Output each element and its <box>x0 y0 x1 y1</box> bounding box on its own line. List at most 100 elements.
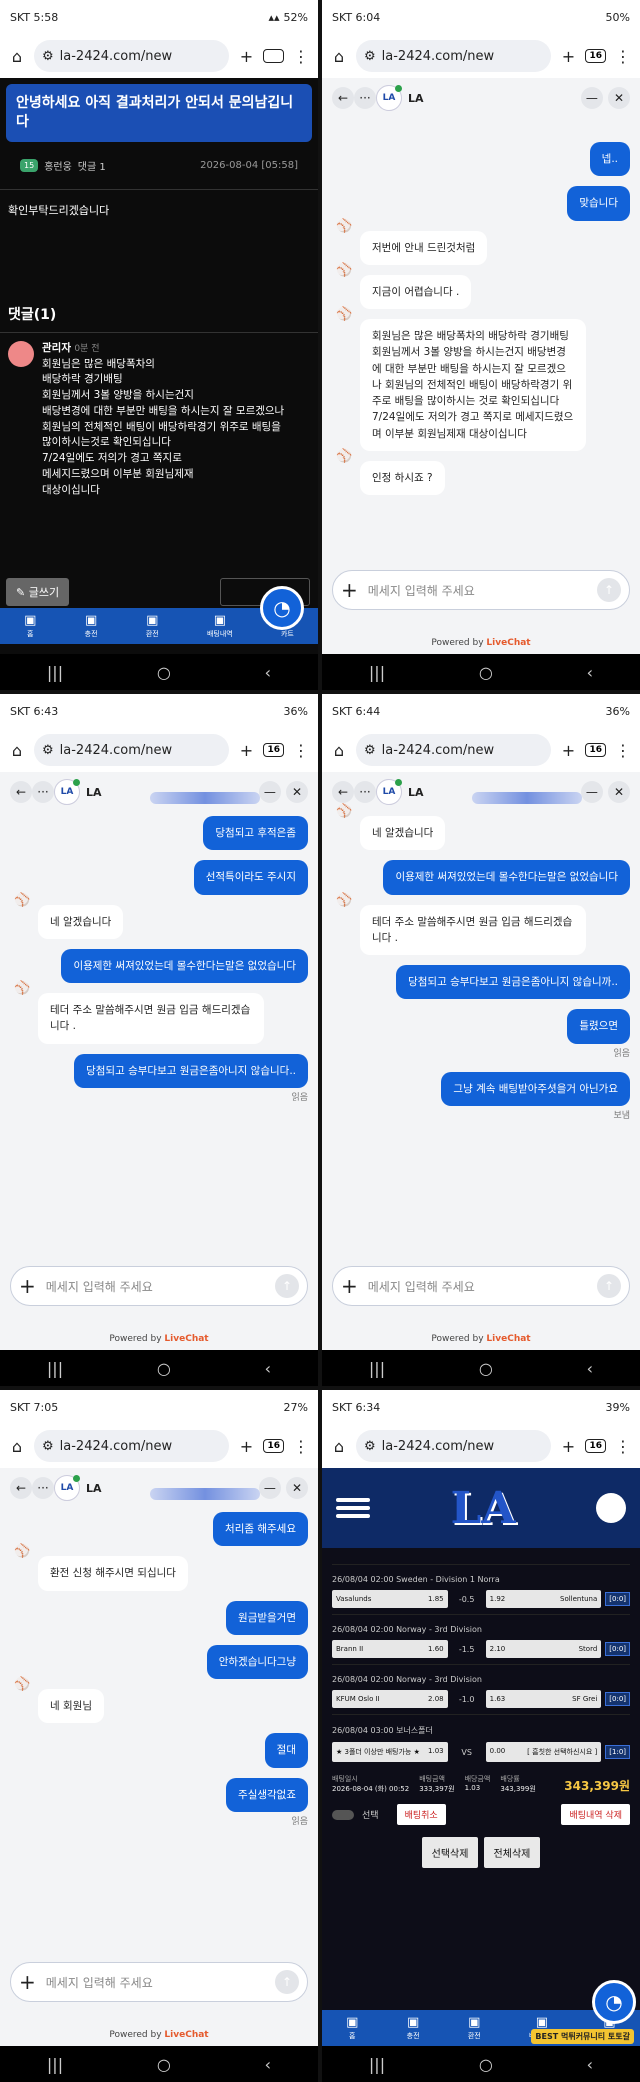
menu-icon[interactable]: ⋮ <box>292 1437 310 1456</box>
livechat-button[interactable]: ◔ <box>260 586 304 630</box>
home-pick[interactable]: Brann II 1.60 <box>332 1640 448 1658</box>
recents-icon[interactable]: ||| <box>369 2055 385 2074</box>
delete-selected-button[interactable]: 선택삭제 <box>421 1837 479 1868</box>
url-field[interactable]: ⚙ la-2424.com/new <box>356 40 552 72</box>
recents-icon[interactable]: ||| <box>47 663 63 682</box>
delete-all-button[interactable]: 전체삭제 <box>483 1837 541 1868</box>
close-icon[interactable]: ✕ <box>286 1477 308 1499</box>
new-tab-icon[interactable]: + <box>237 1437 255 1456</box>
home-icon[interactable]: ⌂ <box>330 1437 348 1456</box>
back-icon[interactable]: ‹ <box>265 1359 271 1378</box>
back-icon[interactable]: ‹ <box>587 1359 593 1378</box>
cancel-bet-button[interactable]: 배팅취소 <box>396 1804 446 1825</box>
home-icon[interactable]: ⌂ <box>8 47 26 66</box>
home-icon[interactable]: ⌂ <box>330 741 348 760</box>
away-pick[interactable]: 1.92 Sollentuna <box>485 1590 602 1608</box>
minimize-icon[interactable]: — <box>580 781 603 803</box>
message-input[interactable]: + 메세지 입력해 주세요 ↑ <box>332 1266 630 1306</box>
bottom-nav-item[interactable]: ▣ 홈 <box>24 613 36 639</box>
add-attachment-icon[interactable]: + <box>341 578 358 602</box>
recents-icon[interactable]: ||| <box>369 1359 385 1378</box>
user-icon[interactable] <box>595 1493 626 1523</box>
hamburger-icon[interactable] <box>336 1494 370 1522</box>
delete-history-button[interactable]: 배팅내역 삭제 <box>561 1804 630 1825</box>
site-info-icon[interactable]: ⚙ <box>364 49 376 64</box>
url-field[interactable]: ⚙ la-2424.com/new <box>356 734 552 766</box>
back-arrow-icon[interactable]: ← <box>10 781 32 803</box>
bottom-nav-item[interactable]: ▣ 홈 <box>346 2015 358 2041</box>
message-input[interactable]: + 메세지 입력해 주세요 ↑ <box>10 1266 308 1306</box>
home-icon[interactable]: ⌂ <box>330 47 348 66</box>
bottom-nav-item[interactable]: ▣ 충전 <box>85 613 98 639</box>
back-icon[interactable]: ‹ <box>587 663 593 682</box>
bottom-nav-item[interactable]: ▣ 충전 <box>407 2015 420 2041</box>
new-tab-icon[interactable]: + <box>559 47 577 66</box>
more-icon[interactable]: ··· <box>354 781 376 803</box>
send-icon[interactable]: ↑ <box>275 1970 299 1994</box>
back-arrow-icon[interactable]: ← <box>332 87 354 109</box>
home-nav-icon[interactable]: ○ <box>157 2055 171 2074</box>
new-tab-icon[interactable]: + <box>559 741 577 760</box>
away-pick[interactable]: 2.10 Stord <box>485 1640 602 1658</box>
send-icon[interactable]: ↑ <box>597 1274 621 1298</box>
minimize-icon[interactable]: — <box>258 781 281 803</box>
url-field[interactable]: ⚙ la-2424.com/new <box>34 734 230 766</box>
menu-icon[interactable]: ⋮ <box>614 741 632 760</box>
bottom-nav-item[interactable]: ▣ 환전 <box>146 613 159 639</box>
new-tab-icon[interactable]: + <box>559 1437 577 1456</box>
back-icon[interactable]: ‹ <box>587 2055 593 2074</box>
home-nav-icon[interactable]: ○ <box>479 1359 493 1378</box>
recents-icon[interactable]: ||| <box>47 2055 63 2074</box>
message-input[interactable]: + 메세지 입력해 주세요 ↑ <box>332 570 630 610</box>
send-icon[interactable]: ↑ <box>275 1274 299 1298</box>
url-field[interactable]: ⚙ la-2424.com/new <box>356 1430 552 1462</box>
tab-count[interactable]: 16 <box>585 743 606 757</box>
new-tab-icon[interactable]: + <box>237 47 255 66</box>
menu-icon[interactable]: ⋮ <box>614 47 632 66</box>
site-info-icon[interactable]: ⚙ <box>364 1439 376 1454</box>
site-info-icon[interactable]: ⚙ <box>42 743 54 758</box>
new-tab-icon[interactable]: + <box>237 741 255 760</box>
livechat-button[interactable]: ◔ <box>592 1980 636 2024</box>
minimize-icon[interactable]: — <box>258 1477 281 1499</box>
home-nav-icon[interactable]: ○ <box>157 663 171 682</box>
tab-count[interactable]: 16 <box>263 1439 284 1453</box>
home-pick[interactable]: Vasalunds 1.85 <box>332 1590 448 1608</box>
recents-icon[interactable]: ||| <box>369 663 385 682</box>
message-input[interactable]: + 메세지 입력해 주세요 ↑ <box>10 1962 308 2002</box>
home-icon[interactable]: ⌂ <box>8 741 26 760</box>
home-pick[interactable]: KFUM Oslo II 2.08 <box>332 1690 448 1708</box>
back-icon[interactable]: ‹ <box>265 663 271 682</box>
recents-icon[interactable]: ||| <box>47 1359 63 1378</box>
add-attachment-icon[interactable]: + <box>341 1274 358 1298</box>
tab-count[interactable]: 16 <box>585 1439 606 1453</box>
send-icon[interactable]: ↑ <box>597 578 621 602</box>
tab-count[interactable]: 16 <box>263 49 284 63</box>
bottom-nav-item[interactable]: ▣ 배팅내역 <box>207 613 233 639</box>
bottom-nav-item[interactable]: ▣ 환전 <box>468 2015 481 2041</box>
close-icon[interactable]: ✕ <box>608 781 630 803</box>
back-arrow-icon[interactable]: ← <box>332 781 354 803</box>
back-icon[interactable]: ‹ <box>265 2055 271 2074</box>
site-info-icon[interactable]: ⚙ <box>42 49 54 64</box>
home-nav-icon[interactable]: ○ <box>479 2055 493 2074</box>
more-icon[interactable]: ··· <box>32 781 54 803</box>
url-field[interactable]: ⚙ la-2424.com/new <box>34 40 230 72</box>
site-info-icon[interactable]: ⚙ <box>42 1439 54 1454</box>
menu-icon[interactable]: ⋮ <box>614 1437 632 1456</box>
home-nav-icon[interactable]: ○ <box>157 1359 171 1378</box>
home-pick[interactable]: ★ 3폴더 이상만 배팅가능 ★ 1.03 <box>332 1742 448 1762</box>
minimize-icon[interactable]: — <box>580 87 603 109</box>
close-icon[interactable]: ✕ <box>608 87 630 109</box>
away-pick[interactable]: 1.63 SF Grei <box>485 1690 602 1708</box>
write-button[interactable]: ✎ 글쓰기 <box>6 578 70 606</box>
add-attachment-icon[interactable]: + <box>19 1970 36 1994</box>
site-info-icon[interactable]: ⚙ <box>364 743 376 758</box>
back-arrow-icon[interactable]: ← <box>10 1477 32 1499</box>
tab-count[interactable]: 16 <box>585 49 606 63</box>
menu-icon[interactable]: ⋮ <box>292 47 310 66</box>
url-field[interactable]: ⚙ la-2424.com/new <box>34 1430 230 1462</box>
close-icon[interactable]: ✕ <box>286 781 308 803</box>
site-logo[interactable]: LA <box>450 1483 515 1534</box>
home-nav-icon[interactable]: ○ <box>479 663 493 682</box>
